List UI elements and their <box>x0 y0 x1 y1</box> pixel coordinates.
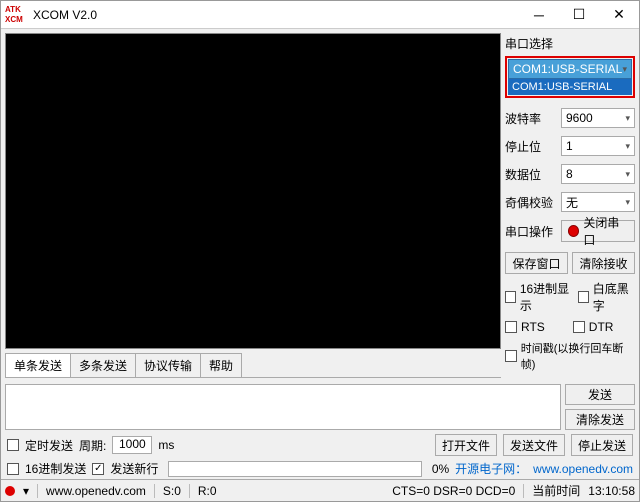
white-bg-checkbox[interactable] <box>578 291 589 303</box>
stop-send-button[interactable]: 停止发送 <box>571 434 633 456</box>
newline-checkbox[interactable]: ✓ <box>92 463 104 475</box>
minimize-button[interactable]: ─ <box>519 1 559 29</box>
site-label: 开源电子网： <box>455 460 527 477</box>
data-select[interactable]: 8▾ <box>561 164 635 184</box>
period-input[interactable]: 1000 <box>112 436 152 454</box>
port-select-value: COM1:USB-SERIAL <box>513 62 622 76</box>
port-option[interactable]: COM1:USB-SERIAL <box>508 79 632 95</box>
status-r: R:0 <box>198 484 217 498</box>
chevron-down-icon: ▾ <box>625 169 630 180</box>
period-unit: ms <box>158 438 174 452</box>
tabs: 单条发送 多条发送 协议传输 帮助 <box>5 353 501 378</box>
window-title: XCOM V2.0 <box>29 8 519 22</box>
close-button[interactable]: ✕ <box>599 1 639 29</box>
chevron-down-icon: ▾ <box>625 141 630 152</box>
timestamp-checkbox[interactable] <box>505 350 517 362</box>
statusbar: ▾ www.openedv.com S:0 R:0 CTS=0 DSR=0 DC… <box>1 479 639 501</box>
stop-select[interactable]: 1▾ <box>561 136 635 156</box>
terminal-output <box>5 33 501 349</box>
newline-label: 发送新行 <box>110 460 158 477</box>
hex-send-label: 16进制发送 <box>25 460 86 477</box>
port-select[interactable]: COM1:USB-SERIAL ▾ <box>508 59 632 79</box>
clear-send-button[interactable]: 清除发送 <box>565 409 635 430</box>
dtr-checkbox[interactable] <box>573 321 585 333</box>
port-section-label: 串口选择 <box>505 35 635 52</box>
tab-help[interactable]: 帮助 <box>200 353 242 377</box>
port-select-highlight: COM1:USB-SERIAL ▾ COM1:USB-SERIAL <box>505 56 635 98</box>
timed-send-label: 定时发送 <box>25 437 73 454</box>
rts-checkbox[interactable] <box>505 321 517 333</box>
status-cts: CTS=0 DSR=0 DCD=0 <box>392 484 515 498</box>
titlebar: ATK XCM XCOM V2.0 ─ ☐ ✕ <box>1 1 639 29</box>
parity-select[interactable]: 无▾ <box>561 192 635 212</box>
toggle-port-button[interactable]: 关闭串口 <box>561 220 635 242</box>
progress-bar <box>168 461 421 477</box>
record-icon <box>568 225 579 237</box>
status-site[interactable]: www.openedv.com <box>46 484 146 498</box>
chevron-down-icon: ▾ <box>622 64 627 75</box>
period-label: 周期: <box>79 437 106 454</box>
send-button[interactable]: 发送 <box>565 384 635 405</box>
progress-percent: 0% <box>432 462 449 476</box>
site-link[interactable]: www.openedv.com <box>533 462 633 476</box>
status-dot-icon <box>5 486 15 496</box>
save-window-button[interactable]: 保存窗口 <box>505 252 568 274</box>
dropdown-icon[interactable]: ▾ <box>23 484 29 498</box>
parity-label: 奇偶校验 <box>505 194 555 211</box>
status-time-label: 当前时间 <box>532 482 580 499</box>
chevron-down-icon: ▾ <box>625 113 630 124</box>
op-label: 串口操作 <box>505 223 555 240</box>
maximize-button[interactable]: ☐ <box>559 1 599 29</box>
hex-display-checkbox[interactable] <box>505 291 516 303</box>
data-label: 数据位 <box>505 166 555 183</box>
status-time: 13:10:58 <box>588 484 635 498</box>
hex-send-checkbox[interactable] <box>7 463 19 475</box>
app-icon: ATK XCM <box>5 5 29 25</box>
open-file-button[interactable]: 打开文件 <box>435 434 497 456</box>
chevron-down-icon: ▾ <box>625 197 630 208</box>
send-file-button[interactable]: 发送文件 <box>503 434 565 456</box>
baud-select[interactable]: 9600▾ <box>561 108 635 128</box>
baud-label: 波特率 <box>505 110 555 127</box>
status-s: S:0 <box>163 484 181 498</box>
timed-send-checkbox[interactable] <box>7 439 19 451</box>
send-textarea[interactable] <box>5 384 561 430</box>
clear-receive-button[interactable]: 清除接收 <box>572 252 635 274</box>
tab-protocol[interactable]: 协议传输 <box>135 353 201 377</box>
tab-multi-send[interactable]: 多条发送 <box>70 353 136 377</box>
stop-label: 停止位 <box>505 138 555 155</box>
tab-single-send[interactable]: 单条发送 <box>5 353 71 377</box>
